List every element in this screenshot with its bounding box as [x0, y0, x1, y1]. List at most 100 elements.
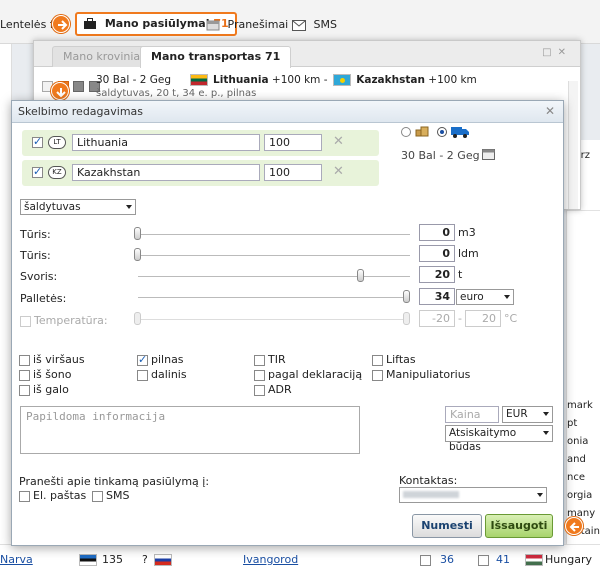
destination-checkbox[interactable]	[32, 165, 43, 178]
list-item: mark	[567, 400, 593, 411]
origin-country-input[interactable]: Lithuania	[72, 134, 260, 151]
checkbox[interactable]	[19, 384, 30, 396]
option-top-loading[interactable]: iš viršaus	[19, 353, 85, 366]
checkbox[interactable]	[254, 369, 265, 381]
origin-checkbox[interactable]	[32, 135, 43, 148]
row-checkbox[interactable]	[420, 555, 431, 566]
volume-ldm-unit: ldm	[458, 247, 479, 260]
submit-button[interactable]: Numesti	[412, 514, 482, 538]
temperature-max-input[interactable]: 20	[465, 310, 501, 327]
transport-row-details: šaldytuvas, 20 t, 34 e. p., pilnas	[96, 88, 257, 99]
option-adr[interactable]: ADR	[254, 383, 292, 396]
additional-info-textarea[interactable]: Papildoma informacija	[20, 406, 360, 454]
blurred-contact	[403, 491, 459, 498]
option-label: El. paštas	[33, 489, 87, 502]
temperature-track	[138, 319, 410, 320]
chevron-down-icon	[504, 295, 510, 299]
destination-link[interactable]: Ivangorod	[243, 553, 298, 566]
checkbox[interactable]	[254, 384, 265, 396]
nav-notices[interactable]: Pranešimai	[206, 14, 288, 36]
checkbox[interactable]	[19, 369, 30, 381]
checkbox[interactable]	[137, 369, 148, 381]
arrow-left-icon	[565, 517, 583, 535]
option-label: iš šono	[33, 368, 72, 381]
option-label: pilnas	[151, 353, 184, 366]
currency-select[interactable]: EUR	[502, 406, 553, 423]
destination-country-input[interactable]: Kazakhstan	[72, 164, 260, 181]
save-button[interactable]: Išsaugoti	[485, 514, 553, 538]
row-question: ?	[142, 553, 148, 566]
checkbox[interactable]	[254, 354, 265, 366]
divider	[567, 210, 600, 211]
option-declaration[interactable]: pagal deklaraciją	[254, 368, 362, 381]
option-partial-load[interactable]: dalinis	[137, 368, 187, 381]
checkbox[interactable]	[19, 490, 30, 502]
tab-my-transport[interactable]: Mano transportas 71	[140, 46, 292, 68]
pause-icon[interactable]	[73, 80, 84, 92]
checkbox[interactable]	[372, 369, 383, 381]
payment-method-select[interactable]: Atsiskaitymo būdas	[445, 425, 553, 453]
nav-sms[interactable]: SMS	[292, 14, 337, 36]
option-side-loading[interactable]: iš šono	[19, 368, 71, 381]
price-input[interactable]: Kaina	[445, 406, 499, 423]
weight-slider[interactable]	[357, 269, 365, 282]
origin-radius-input[interactable]: 100	[264, 134, 322, 151]
envelope-icon	[292, 19, 306, 31]
calendar-icon[interactable]	[482, 148, 495, 160]
hungary-flag-icon	[525, 554, 543, 566]
option-manipulator[interactable]: Manipuliatorius	[372, 368, 470, 381]
remove-origin-icon[interactable]: ✕	[333, 134, 344, 149]
chevron-down-icon	[126, 205, 132, 209]
checkbox[interactable]	[92, 490, 103, 502]
option-lift[interactable]: Liftas	[372, 353, 416, 366]
weight-input[interactable]: 20	[419, 266, 455, 283]
city-link[interactable]: Narva	[0, 553, 33, 566]
route-row-origin: LT Lithuania 100 ✕	[22, 130, 379, 156]
origin-country-code: LT	[48, 136, 66, 149]
remove-destination-icon[interactable]: ✕	[333, 164, 344, 179]
option-label: TIR	[268, 353, 286, 366]
transport-radio[interactable]	[437, 127, 447, 137]
volume-m3-input[interactable]: 0	[419, 224, 455, 241]
temperature-label: Temperatūra:	[34, 314, 108, 327]
body-type-select[interactable]: šaldytuvas	[20, 199, 136, 215]
temperature-checkbox[interactable]	[20, 316, 31, 327]
option-label: dalinis	[151, 368, 187, 381]
pallets-input[interactable]: 34	[419, 288, 455, 305]
option-label: SMS	[106, 489, 130, 502]
checkbox[interactable]	[372, 354, 383, 366]
notify-sms-option[interactable]: SMS	[92, 489, 129, 502]
boxes-icon	[415, 126, 429, 137]
option-tir[interactable]: TIR	[254, 353, 286, 366]
temperature-min-input[interactable]: -20	[419, 310, 455, 327]
option-label: ADR	[268, 383, 292, 396]
temperature-max-slider[interactable]	[403, 312, 410, 325]
scrollbar[interactable]	[568, 81, 578, 209]
notify-email-option[interactable]: El. paštas	[19, 489, 86, 502]
volume-ldm-slider[interactable]	[134, 248, 141, 261]
checkbox[interactable]	[137, 353, 148, 366]
calendar-icon	[206, 20, 220, 31]
chevron-down-icon	[537, 493, 543, 497]
top-navigation: Lentelės f Mano pasiūlymai 71 Pranešimai…	[0, 0, 600, 44]
volume-ldm-input[interactable]: 0	[419, 245, 455, 262]
checkbox[interactable]	[19, 354, 30, 366]
row-checkbox[interactable]	[478, 555, 489, 566]
nav-tables[interactable]: Lentelės f	[0, 14, 54, 36]
transport-row-summary[interactable]: 30 Bal - 2 Geg Lithuania +100 km - Kazak…	[96, 74, 477, 86]
dialog-title: Skelbimo redagavimas	[18, 105, 144, 118]
contact-select[interactable]	[399, 487, 547, 503]
volume-m3-slider[interactable]	[134, 227, 141, 240]
option-full-load[interactable]: pilnas	[137, 353, 184, 366]
close-icon[interactable]: ✕	[545, 104, 555, 118]
list-item: nce	[567, 472, 585, 483]
pallets-slider[interactable]	[403, 290, 410, 303]
destination-radius-input[interactable]: 100	[264, 164, 322, 181]
cargo-radio[interactable]	[401, 127, 411, 137]
option-back-loading[interactable]: iš galo	[19, 383, 69, 396]
option-label: Liftas	[386, 353, 416, 366]
window-controls[interactable]: □✕	[542, 47, 572, 58]
list-item: and	[567, 454, 586, 465]
pallet-type-select[interactable]: euro	[456, 289, 514, 305]
temperature-min-slider[interactable]	[134, 312, 141, 325]
